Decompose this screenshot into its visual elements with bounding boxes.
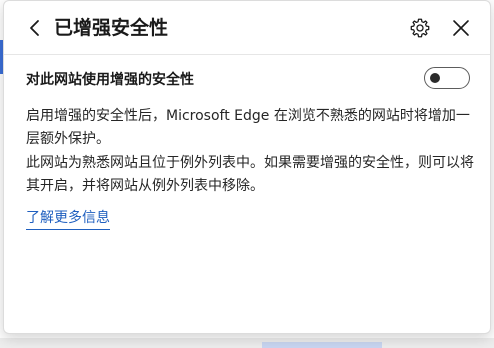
close-icon [453, 20, 469, 36]
gear-icon [410, 18, 430, 38]
toggle-knob [430, 73, 440, 83]
learn-more-link[interactable]: 了解更多信息 [26, 207, 110, 230]
flyout-header: 已增强安全性 [4, 1, 490, 55]
enhanced-security-flyout: 已增强安全性 对此网站使用增强的安全性 启用增强的安全性后，Microsoft … [3, 0, 491, 334]
header-divider [4, 54, 490, 55]
enhanced-security-toggle[interactable] [424, 67, 470, 89]
settings-button[interactable] [406, 14, 434, 42]
chevron-left-icon [30, 20, 39, 36]
background-strip [0, 338, 494, 348]
close-button[interactable] [447, 14, 475, 42]
description-paragraph: 启用增强的安全性后，Microsoft Edge 在浏览不熟悉的网站时将增加一层… [26, 108, 470, 147]
setting-label: 对此网站使用增强的安全性 [26, 72, 194, 88]
background-accent-bottom [262, 342, 382, 348]
enhanced-security-setting: 对此网站使用增强的安全性 [26, 67, 474, 93]
page-title: 已增强安全性 [54, 17, 169, 39]
back-button[interactable] [22, 15, 48, 41]
exception-paragraph: 此网站为熟悉网站且位于例外列表中。如果需要增强的安全性，则可以将其开启，并将网站… [26, 155, 474, 194]
